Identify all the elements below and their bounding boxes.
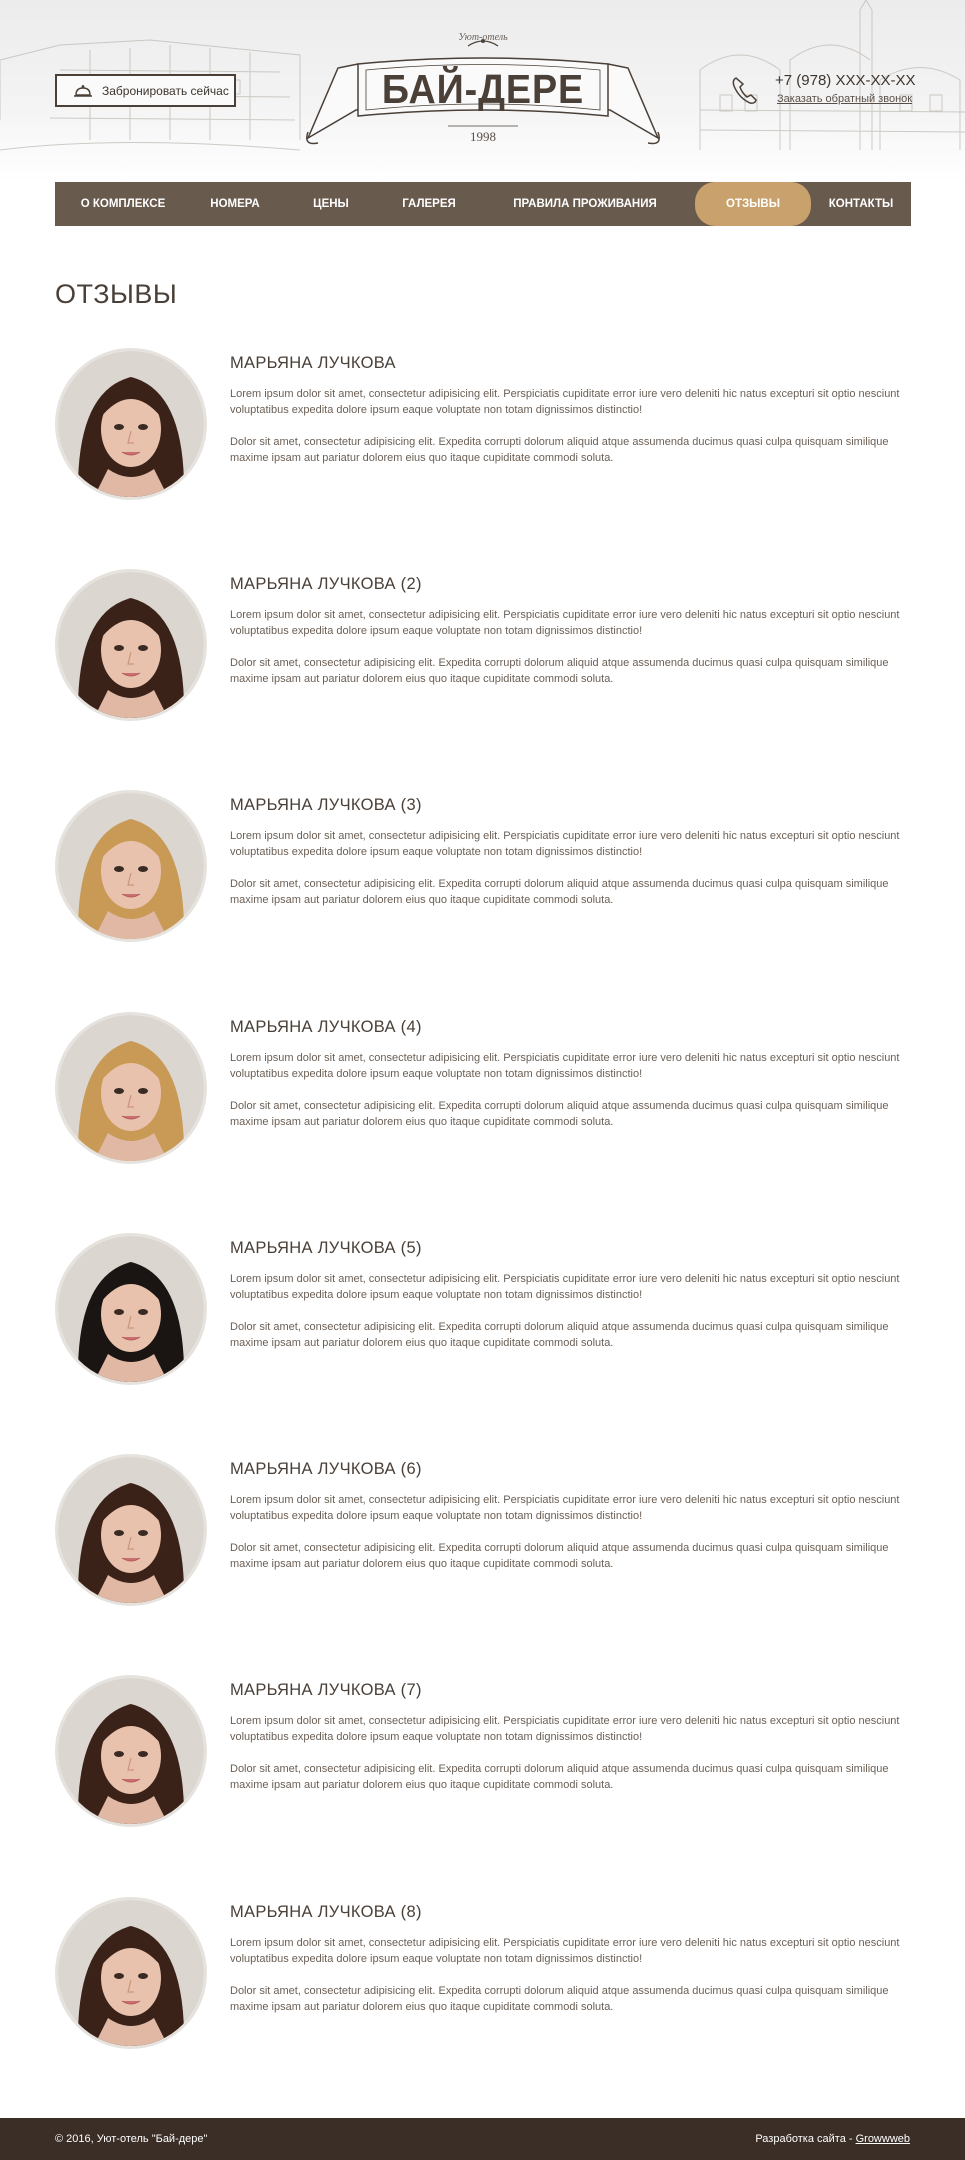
main-nav: О комплексе Номера Цены Галерея Правила …: [55, 182, 911, 226]
page-title: ОТЗЫВЫ: [55, 279, 178, 309]
review-text: Dolor sit amet, consectetur adipisicing …: [230, 657, 889, 685]
review-item: МАРЬЯНА ЛУЧКОВА (4) Lorem ipsum dolor si…: [55, 1012, 911, 1172]
review-text: Lorem ipsum dolor sit amet, consectetur …: [230, 1052, 900, 1080]
reviewer-name: МАРЬЯНА ЛУЧКОВА (7): [230, 1681, 422, 1699]
footer-developer: Разработка сайта - Growwweb: [755, 2133, 910, 2145]
review-text: Lorem ipsum dolor sit amet, consectetur …: [230, 388, 900, 416]
logo-title: БАЙ-ДЕРЕ: [381, 66, 585, 112]
site-logo[interactable]: Уют-отель БАЙ-ДЕРЕ 1998: [298, 28, 668, 152]
portrait-image: [58, 1457, 204, 1603]
reviewer-name: МАРЬЯНА ЛУЧКОВА (5): [230, 1239, 422, 1257]
reviewer-name: МАРЬЯНА ЛУЧКОВА: [230, 354, 396, 372]
reviewer-avatar: [55, 1233, 207, 1385]
review-text: Dolor sit amet, consectetur adipisicing …: [230, 1985, 889, 2013]
review-text: Lorem ipsum dolor sit amet, consectetur …: [230, 1715, 900, 1743]
portrait-image: [58, 1015, 204, 1161]
review-item: МАРЬЯНА ЛУЧКОВА Lorem ipsum dolor sit am…: [55, 348, 911, 508]
portrait-image: [58, 1678, 204, 1824]
review-text: Lorem ipsum dolor sit amet, consectetur …: [230, 609, 900, 637]
review-text: Dolor sit amet, consectetur adipisicing …: [230, 436, 889, 464]
book-now-label: Забронировать сейчас: [102, 83, 229, 98]
footer-dev-label: Разработка сайта -: [755, 2133, 853, 2145]
site-header: Забронировать сейчас Уют-отель БАЙ-ДЕРЕ …: [0, 0, 965, 182]
reviewer-name: МАРЬЯНА ЛУЧКОВА (6): [230, 1460, 422, 1478]
nav-item-about[interactable]: О комплексе: [55, 182, 191, 226]
review-text: Lorem ipsum dolor sit amet, consectetur …: [230, 1937, 900, 1965]
nav-item-rules[interactable]: Правила проживания: [475, 182, 695, 226]
review-item: МАРЬЯНА ЛУЧКОВА (2) Lorem ipsum dolor si…: [55, 569, 911, 729]
logo-year: 1998: [470, 129, 496, 144]
logo-subtitle: Уют-отель: [458, 32, 508, 43]
reviewer-avatar: [55, 790, 207, 942]
review-item: МАРЬЯНА ЛУЧКОВА (5) Lorem ipsum dolor si…: [55, 1233, 911, 1393]
reviewer-avatar: [55, 569, 207, 721]
review-text: Dolor sit amet, consectetur adipisicing …: [230, 1763, 889, 1791]
reviewer-avatar: [55, 1897, 207, 2049]
nav-item-contacts[interactable]: Контакты: [811, 182, 911, 226]
book-now-button[interactable]: Забронировать сейчас: [55, 74, 236, 107]
review-text: Lorem ipsum dolor sit amet, consectetur …: [230, 1273, 900, 1301]
phone-icon: [732, 77, 757, 104]
review-text: Lorem ipsum dolor sit amet, consectetur …: [230, 830, 900, 858]
phone-number[interactable]: +7 (978) XXX-XX-XX: [775, 72, 915, 89]
portrait-image: [58, 572, 204, 718]
service-bell-icon: [73, 83, 93, 99]
reviewer-avatar: [55, 348, 207, 500]
reviewer-avatar: [55, 1675, 207, 1827]
nav-item-reviews[interactable]: Отзывы: [695, 182, 811, 226]
reviewer-avatar: [55, 1454, 207, 1606]
reviewer-name: МАРЬЯНА ЛУЧКОВА (2): [230, 575, 422, 593]
review-item: МАРЬЯНА ЛУЧКОВА (7) Lorem ipsum dolor si…: [55, 1675, 911, 1835]
nav-item-rooms[interactable]: Номера: [191, 182, 279, 226]
portrait-image: [58, 1236, 204, 1382]
portrait-image: [58, 351, 204, 497]
reviewer-name: МАРЬЯНА ЛУЧКОВА (3): [230, 796, 422, 814]
callback-link[interactable]: Заказать обратный звонок: [777, 93, 912, 105]
review-text: Lorem ipsum dolor sit amet, consectetur …: [230, 1494, 900, 1522]
portrait-image: [58, 1900, 204, 2046]
footer-copyright: © 2016, Уют-отель "Бай-дере": [55, 2133, 208, 2145]
reviewer-name: МАРЬЯНА ЛУЧКОВА (4): [230, 1018, 422, 1036]
review-text: Dolor sit amet, consectetur adipisicing …: [230, 1542, 889, 1570]
review-item: МАРЬЯНА ЛУЧКОВА (6) Lorem ipsum dolor si…: [55, 1454, 911, 1614]
reviewer-avatar: [55, 1012, 207, 1164]
review-item: МАРЬЯНА ЛУЧКОВА (3) Lorem ipsum dolor si…: [55, 790, 911, 950]
review-text: Dolor sit amet, consectetur adipisicing …: [230, 1321, 889, 1349]
review-text: Dolor sit amet, consectetur adipisicing …: [230, 878, 889, 906]
site-footer: © 2016, Уют-отель "Бай-дере" Разработка …: [0, 2118, 965, 2160]
footer-dev-link[interactable]: Growwweb: [856, 2133, 910, 2145]
reviewer-name: МАРЬЯНА ЛУЧКОВА (8): [230, 1903, 422, 1921]
nav-item-gallery[interactable]: Галерея: [383, 182, 475, 226]
review-item: МАРЬЯНА ЛУЧКОВА (8) Lorem ipsum dolor si…: [55, 1897, 911, 2057]
nav-item-prices[interactable]: Цены: [279, 182, 383, 226]
portrait-image: [58, 793, 204, 939]
review-text: Dolor sit amet, consectetur adipisicing …: [230, 1100, 889, 1128]
